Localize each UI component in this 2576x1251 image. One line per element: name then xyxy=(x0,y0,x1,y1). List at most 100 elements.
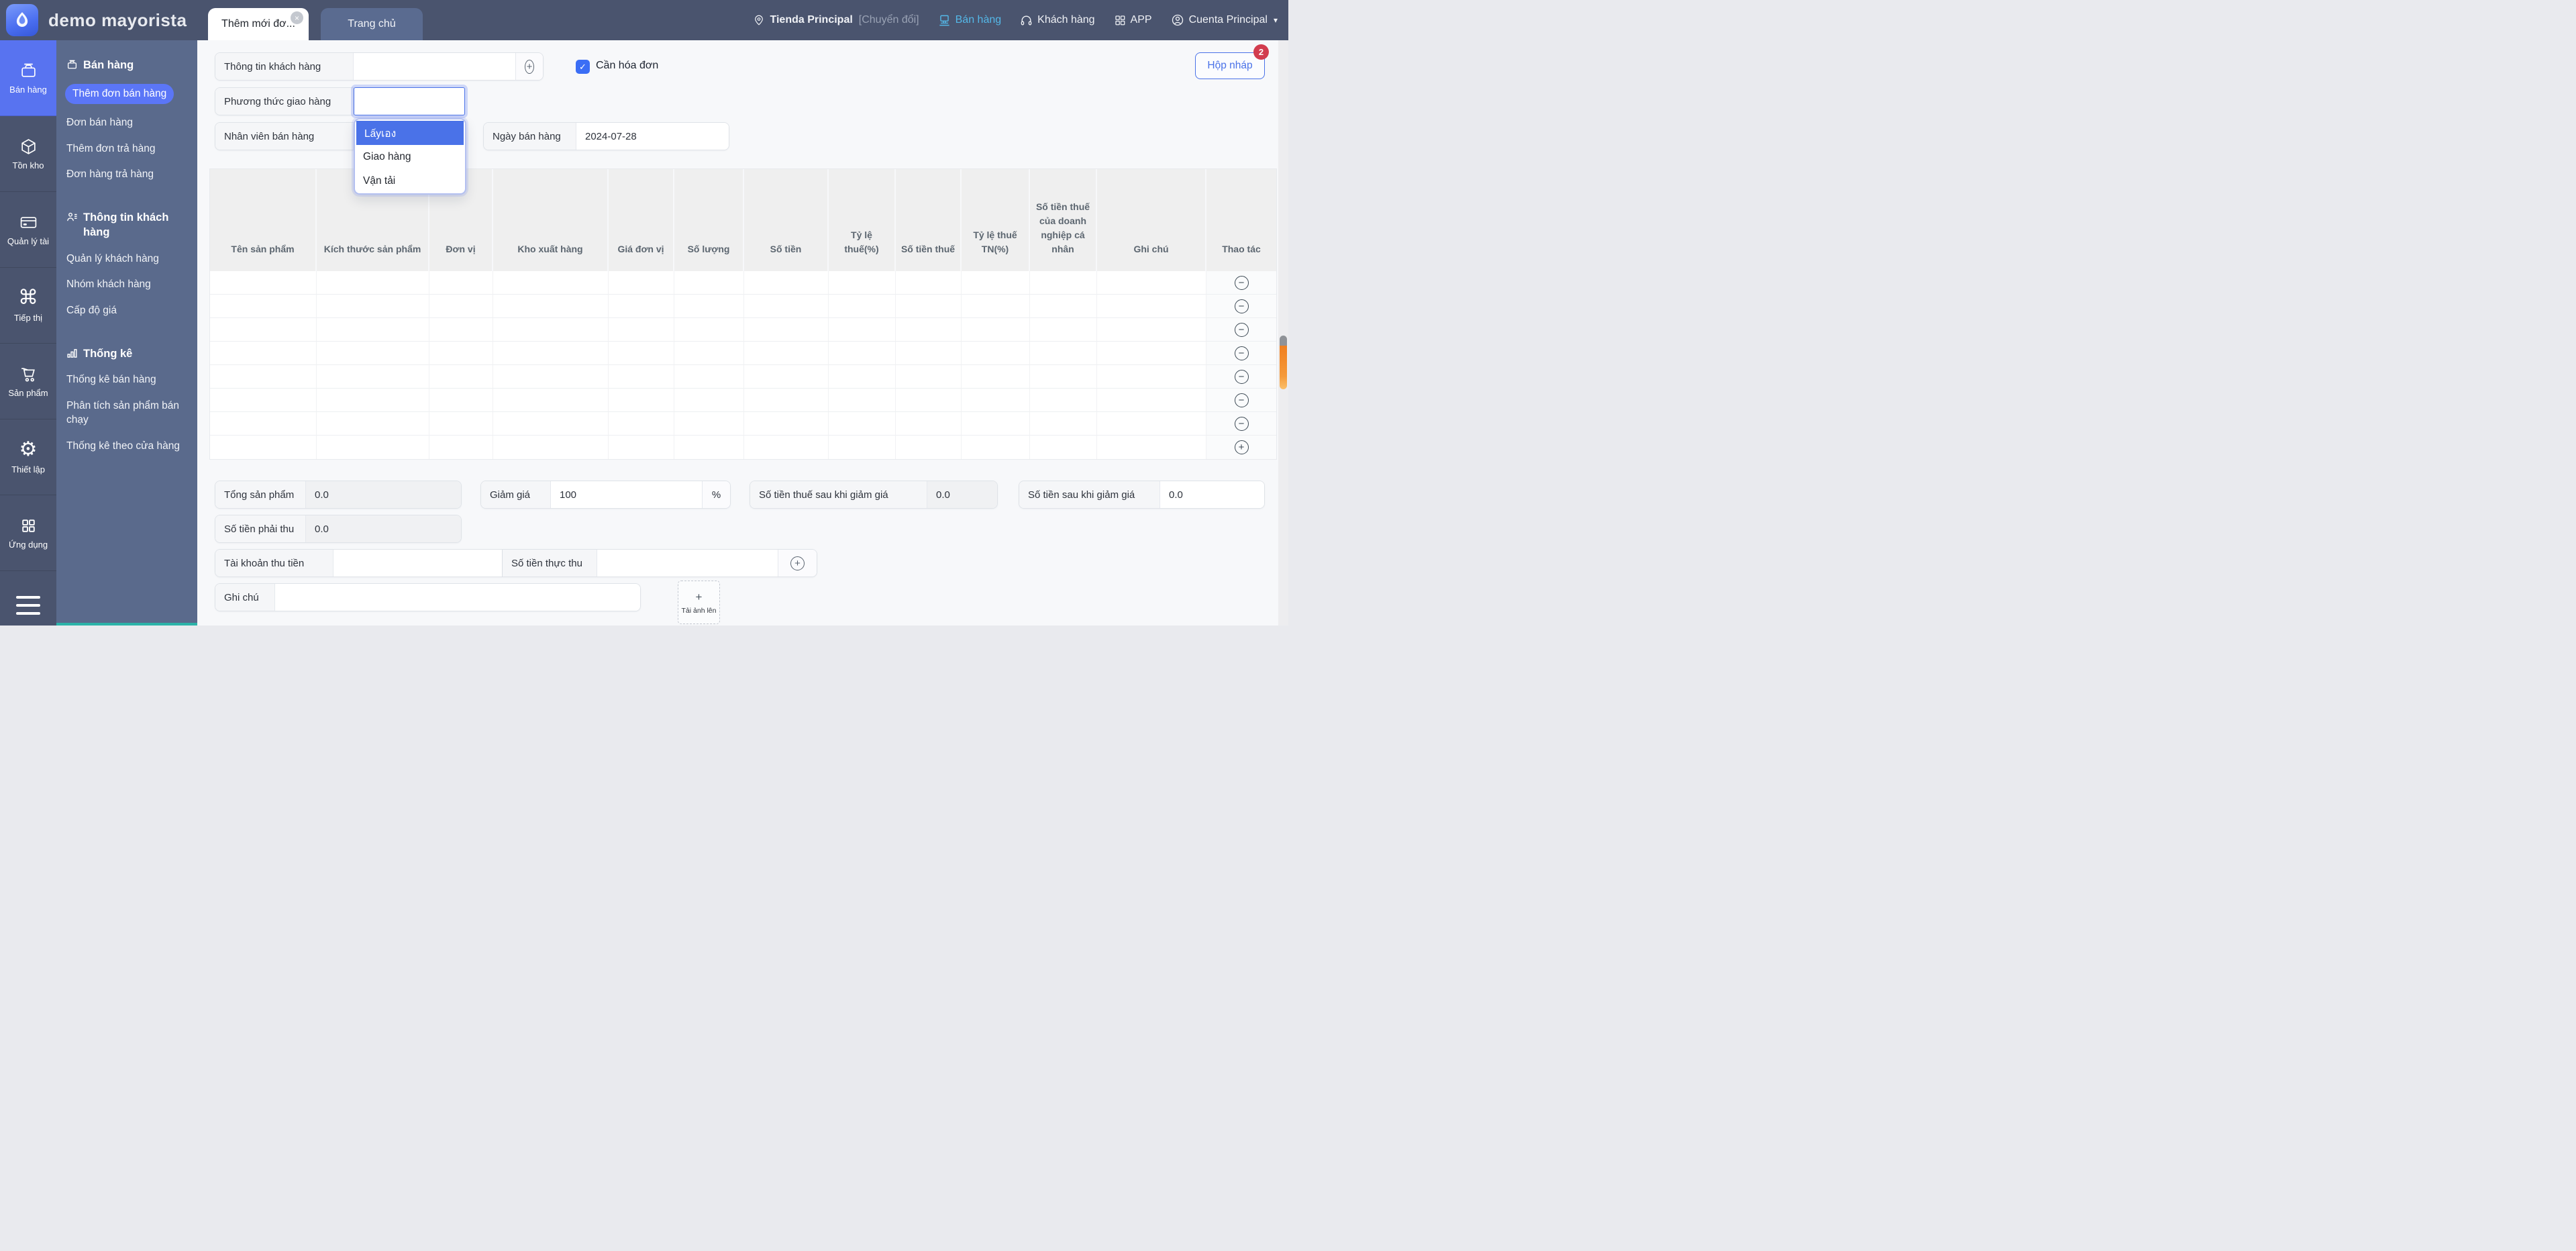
remove-row-icon[interactable]: − xyxy=(1235,370,1249,384)
add-payment-button[interactable]: + xyxy=(778,550,817,577)
sidebar-item-phan-tich-san-pham[interactable]: Phân tích sản phẩm bán chạy xyxy=(66,399,187,428)
cell xyxy=(609,412,674,436)
customer-info-input[interactable] xyxy=(354,53,515,80)
cell xyxy=(493,389,609,412)
cell xyxy=(896,271,962,295)
cell xyxy=(493,342,609,365)
cell xyxy=(829,318,896,342)
note-input[interactable] xyxy=(275,584,640,611)
app-logo xyxy=(6,4,38,36)
add-row-icon[interactable]: + xyxy=(1235,440,1249,454)
sidebar-item-cap-do-gia[interactable]: Cấp độ giá xyxy=(66,303,187,318)
cell xyxy=(609,342,674,365)
location-pin-icon xyxy=(753,14,765,26)
rail-label: Thiết lập xyxy=(11,464,45,474)
cell xyxy=(1030,412,1097,436)
user-circle-icon xyxy=(1171,13,1184,27)
cell xyxy=(493,412,609,436)
image-upload-box[interactable]: + Tải ảnh lên xyxy=(678,581,720,624)
sidebar-item-nhom-khach-hang[interactable]: Nhóm khách hàng xyxy=(66,277,187,292)
nav-ban-hang[interactable]: Bán hàng xyxy=(938,14,1002,27)
cell xyxy=(744,271,829,295)
row-action-cell: − xyxy=(1206,389,1276,412)
table-row: − xyxy=(210,295,1276,318)
store-switch-link[interactable]: [Chuyển đổi] xyxy=(859,14,919,26)
tab-close-icon[interactable]: × xyxy=(291,11,303,24)
sidebar-item-quan-ly-khach-hang[interactable]: Quản lý khách hàng xyxy=(66,252,187,266)
cell xyxy=(896,365,962,389)
cell xyxy=(1030,342,1097,365)
amount-after-discount-group: Số tiền sau khi giảm giá 0.0 xyxy=(1019,481,1265,509)
customer-info-group: Thông tin khách hàng + xyxy=(215,52,544,81)
sidebar-item-thong-ke-ban-hang[interactable]: Thống kê bán hàng xyxy=(66,372,187,387)
scrollbar-thumb[interactable] xyxy=(1280,336,1287,389)
sidebar-item-thong-ke-cua-hang[interactable]: Thống kê theo cửa hàng xyxy=(66,439,187,454)
need-invoice-checkbox[interactable]: ✓ xyxy=(576,60,590,74)
sidebar-item-them-don-tra-hang[interactable]: Thêm đơn trả hàng xyxy=(66,142,187,156)
rail-item-ung-dung[interactable]: Ứng dụng xyxy=(0,495,56,571)
cell xyxy=(896,342,962,365)
discount-input[interactable]: 100 xyxy=(551,481,702,508)
menu-toggle[interactable] xyxy=(0,596,56,615)
cell xyxy=(429,271,493,295)
remove-row-icon[interactable]: − xyxy=(1235,417,1249,431)
cell xyxy=(1030,389,1097,412)
row-action-cell: − xyxy=(1206,295,1276,318)
headset-icon xyxy=(1020,14,1033,27)
amount-after-discount-input[interactable]: 0.0 xyxy=(1160,481,1264,508)
rail-item-ban-hang[interactable]: Bán hàng xyxy=(0,40,56,116)
dropdown-option-van-tai[interactable]: Vận tải xyxy=(355,169,465,193)
nav-app[interactable]: APP xyxy=(1114,14,1152,26)
rail-item-thiet-lap[interactable]: ⚙ Thiết lập xyxy=(0,419,56,495)
rail-item-quan-ly-tai[interactable]: Quản lý tài xyxy=(0,192,56,268)
cell xyxy=(829,342,896,365)
remove-row-icon[interactable]: − xyxy=(1235,276,1249,290)
sidebar-item-don-hang-tra-hang[interactable]: Đơn hàng trả hàng xyxy=(66,167,187,182)
total-products-label: Tổng sản phẩm xyxy=(215,481,306,508)
amount-received-input[interactable] xyxy=(597,550,778,577)
cell xyxy=(493,436,609,459)
table-row: − xyxy=(210,342,1276,365)
cell xyxy=(962,295,1030,318)
page-scrollbar[interactable] xyxy=(1278,40,1288,626)
amount-received-group: Số tiền thực thu + xyxy=(503,549,817,577)
delivery-method-input[interactable] xyxy=(354,87,465,115)
remove-row-icon[interactable]: − xyxy=(1235,393,1249,407)
briefcase-icon xyxy=(19,62,38,80)
cell xyxy=(674,342,744,365)
dropdown-option-lay[interactable]: Lấyเอง xyxy=(356,121,464,145)
sale-date-input[interactable]: 2024-07-28 xyxy=(576,123,729,150)
dropdown-option-giao-hang[interactable]: Giao hàng xyxy=(355,145,465,169)
cell xyxy=(210,436,317,459)
cart-icon xyxy=(19,365,38,383)
cell xyxy=(1097,342,1206,365)
group-header: Thông tin khách hàng xyxy=(66,210,187,240)
rail-item-ton-kho[interactable]: Tồn kho xyxy=(0,116,56,192)
cell xyxy=(962,389,1030,412)
cell xyxy=(674,365,744,389)
payment-account-input[interactable] xyxy=(333,550,502,577)
sidebar-item-don-ban-hang[interactable]: Đơn bán hàng xyxy=(66,115,187,130)
tab-them-moi-don[interactable]: Thêm mới đơ... × xyxy=(208,8,309,40)
remove-row-icon[interactable]: − xyxy=(1235,346,1249,360)
cell xyxy=(317,436,429,459)
rail-item-san-pham[interactable]: Sản phẩm xyxy=(0,344,56,419)
remove-row-icon[interactable]: − xyxy=(1235,323,1249,337)
cell xyxy=(962,365,1030,389)
credit-card-icon xyxy=(19,213,38,232)
user-lines-icon xyxy=(66,211,78,240)
add-customer-button[interactable]: + xyxy=(515,53,543,80)
account-menu[interactable]: Cuenta Principal ▾ xyxy=(1171,13,1278,27)
tab-trang-chu[interactable]: Trang chủ xyxy=(321,8,423,40)
rail-item-tiep-thi[interactable]: ⌘ Tiếp thị xyxy=(0,268,56,344)
remove-row-icon[interactable]: − xyxy=(1235,299,1249,313)
amount-due-label: Số tiền phải thu xyxy=(215,515,306,542)
cell xyxy=(829,271,896,295)
nav-khach-hang[interactable]: Khách hàng xyxy=(1020,14,1094,27)
command-icon: ⌘ xyxy=(18,288,38,308)
sidebar-item-them-don-ban-hang[interactable]: Thêm đơn bán hàng xyxy=(66,84,187,104)
plus-circle-icon: + xyxy=(525,60,534,74)
cell xyxy=(210,295,317,318)
store-selector[interactable]: Tienda Principal [Chuyển đổi] xyxy=(753,14,919,26)
cell xyxy=(674,389,744,412)
